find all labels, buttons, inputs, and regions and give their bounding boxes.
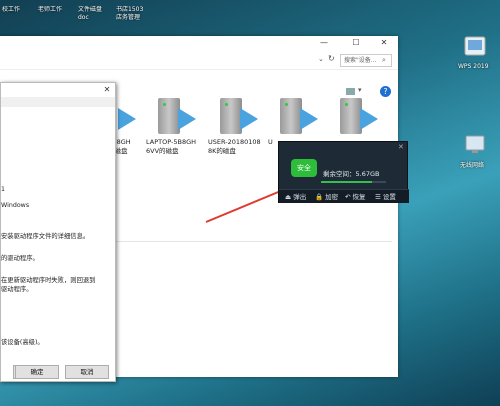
device-properties-dialog: ✕ 1 Windows 安装驱动程序文件的详细信息。 的驱动程序。 在更新驱动程…: [0, 82, 116, 382]
drive-arrow-icon: [240, 108, 258, 130]
space-progress-fill: [321, 181, 372, 183]
eject-button[interactable]: ⏏ 弹出: [285, 190, 306, 204]
free-space-text: 剩余空间：5.67GB: [323, 170, 380, 178]
driver-version-text: 1: [1, 186, 6, 193]
network-icon[interactable]: [462, 134, 488, 156]
desktop-icon-label[interactable]: 老师工作: [38, 6, 62, 14]
address-bar[interactable]: [0, 52, 398, 70]
space-progress-bar: [321, 181, 386, 183]
uninstall-device-desc: 该设备(高级)。: [1, 339, 44, 346]
refresh-icon[interactable]: ↻: [328, 54, 335, 63]
drive-icon: [340, 98, 362, 134]
desktop-icon-label[interactable]: 文件磁盘 doc: [78, 6, 102, 22]
desktop-icon-label: WPS 2019: [458, 63, 489, 70]
explorer-titlebar[interactable]: [0, 36, 398, 50]
update-driver-desc: 的驱动程序。: [1, 255, 39, 262]
drive-arrow-icon: [118, 108, 136, 130]
restore-button[interactable]: ↶ 恢复: [345, 190, 366, 204]
drive-arrow-icon: [178, 108, 196, 130]
cancel-button[interactable]: 取消: [65, 365, 109, 379]
drive-icon: [220, 98, 242, 134]
safe-badge: 安全: [291, 159, 317, 177]
ok-button[interactable]: 确定: [15, 365, 59, 379]
drive-label: LAPTOP-5B8GH 6VV的磁盘: [146, 138, 197, 155]
maximize-icon[interactable]: ☐: [350, 38, 362, 48]
search-icon: ⌕: [382, 56, 386, 64]
minimize-icon[interactable]: —: [318, 38, 330, 48]
drive-arrow-icon: [300, 108, 318, 130]
close-icon[interactable]: ✕: [398, 143, 404, 151]
divider: [116, 241, 392, 242]
close-icon[interactable]: ✕: [378, 38, 390, 48]
rollback-driver-desc-2: 驱动程序。: [1, 286, 33, 293]
drive-label: USER-20180108 8K的磁盘: [208, 138, 261, 155]
chevron-down-icon[interactable]: ⌄: [318, 55, 324, 63]
dialog-tab-strip[interactable]: [1, 97, 115, 107]
settings-button[interactable]: ☰ 设置: [375, 190, 396, 204]
drive-icon: [158, 98, 180, 134]
drive-item[interactable]: LAPTOP-5B8GH 6VV的磁盘: [146, 96, 210, 166]
encrypt-button[interactable]: 🔒 加密: [315, 190, 338, 204]
drive-arrow-icon: [360, 108, 378, 130]
driver-details-desc: 安装驱动程序文件的详细信息。: [1, 233, 90, 240]
view-mode-icon[interactable]: [346, 88, 355, 95]
wps-icon[interactable]: [462, 36, 488, 60]
popup-actions: ⏏ 弹出 🔒 加密 ↶ 恢复 ☰ 设置: [279, 189, 409, 203]
chevron-down-icon[interactable]: ▾: [358, 86, 362, 94]
drive-item[interactable]: USER-20180108 8K的磁盘: [208, 96, 272, 166]
driver-signer-text: Windows: [1, 202, 30, 209]
drive-icon: [280, 98, 302, 134]
rollback-driver-desc: 在更新驱动程序时失败，则回退到: [1, 277, 96, 284]
desktop-icon-label[interactable]: 校工作: [2, 6, 20, 14]
usb-guard-popup: ✕ 安全 剩余空间：5.67GB ⏏ 弹出 🔒 加密 ↶ 恢复 ☰ 设置: [278, 141, 409, 203]
desktop-icon-label[interactable]: 书店1503 店务管理: [116, 6, 143, 22]
close-icon[interactable]: ✕: [101, 85, 113, 95]
desktop-icon-label: 无线网络: [460, 162, 485, 169]
